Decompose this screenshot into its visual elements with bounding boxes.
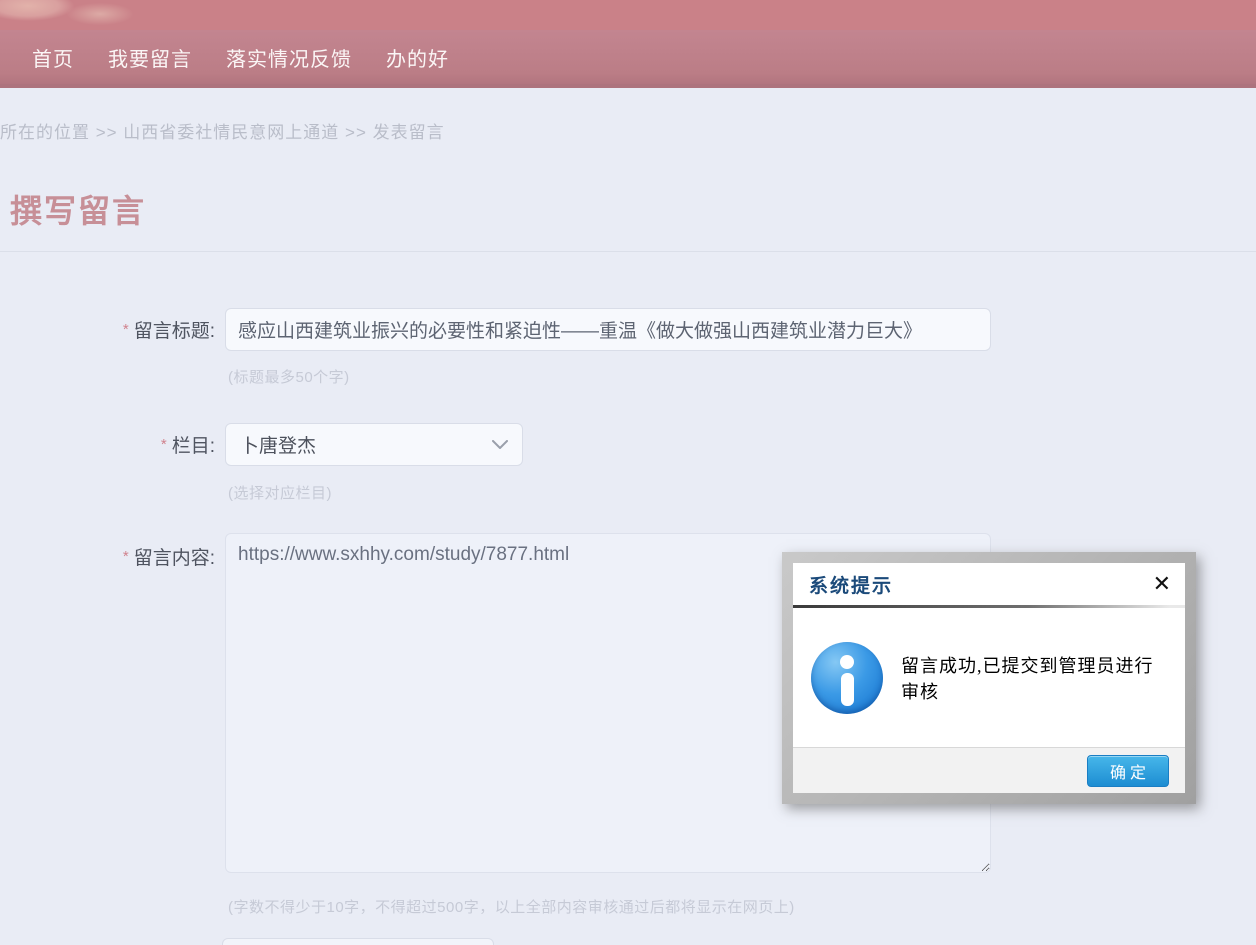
- required-asterisk: *: [123, 321, 129, 338]
- page: 首页 我要留言 落实情况反馈 办的好 所在的位置 >> 山西省委社情民意网上通道…: [0, 0, 1256, 945]
- column-select[interactable]: 卜唐登杰: [225, 423, 523, 466]
- dialog-message: 留言成功,已提交到管理员进行审核: [901, 652, 1171, 704]
- dialog-title: 系统提示: [809, 571, 893, 598]
- message-title-hint: (标题最多50个字): [228, 366, 350, 387]
- message-title-row: *留言标题:: [0, 308, 991, 351]
- breadcrumb: 所在的位置 >> 山西省委社情民意网上通道 >> 发表留言: [0, 118, 445, 143]
- message-title-input[interactable]: [225, 308, 991, 351]
- column-label: *栏目:: [0, 431, 215, 458]
- column-select-value: 卜唐登杰: [240, 431, 316, 458]
- header-banner: [0, 0, 1256, 30]
- required-asterisk: *: [123, 548, 129, 565]
- page-title: 撰写留言: [10, 186, 146, 232]
- required-asterisk: *: [161, 436, 167, 453]
- close-icon[interactable]: ✕: [1153, 573, 1171, 595]
- nav-item-implementation-feedback[interactable]: 落实情况反馈: [226, 43, 352, 72]
- column-row: *栏目: 卜唐登杰: [0, 423, 523, 466]
- message-title-label: *留言标题:: [0, 316, 215, 343]
- main-nav: 首页 我要留言 落实情况反馈 办的好: [0, 30, 1256, 88]
- nav-item-home[interactable]: 首页: [32, 43, 74, 72]
- dialog-footer: 确 定: [793, 747, 1185, 793]
- nav-item-leave-message[interactable]: 我要留言: [108, 43, 192, 72]
- dialog-inner: 系统提示 ✕ 留言成功,已提交到管理员进行审核 确 定: [793, 563, 1185, 793]
- section-divider: [0, 251, 1256, 252]
- message-content-hint: (字数不得少于10字，不得超过500字，以上全部内容审核通过后都将显示在网页上): [228, 896, 795, 917]
- ok-button[interactable]: 确 定: [1087, 755, 1169, 787]
- next-field-partial-input[interactable]: [222, 938, 494, 945]
- nav-item-well-done[interactable]: 办的好: [386, 43, 449, 72]
- info-icon: [811, 642, 883, 714]
- dialog-body: 留言成功,已提交到管理员进行审核: [793, 608, 1185, 747]
- dialog-titlebar: 系统提示 ✕: [793, 563, 1185, 605]
- column-hint: (选择对应栏目): [228, 482, 332, 503]
- chevron-down-icon: [492, 440, 508, 450]
- system-prompt-dialog: 系统提示 ✕ 留言成功,已提交到管理员进行审核 确 定: [782, 552, 1196, 804]
- message-content-label: *留言内容:: [0, 533, 215, 878]
